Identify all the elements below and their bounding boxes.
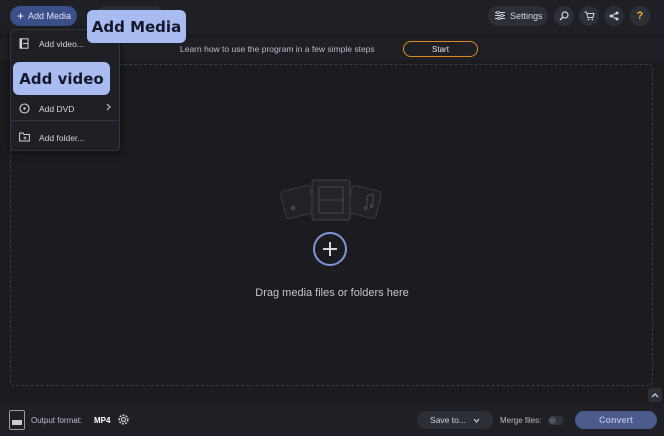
plus-icon	[323, 242, 337, 256]
help-button[interactable]: ?	[630, 6, 650, 26]
add-video-callout: Add video	[13, 62, 110, 95]
gear-icon	[118, 414, 129, 425]
convert-label: Convert	[598, 415, 633, 425]
merge-files-label: Merge files:	[500, 416, 542, 425]
output-format-value[interactable]: MP4	[94, 416, 110, 425]
sliders-icon	[495, 10, 505, 22]
start-label: Start	[432, 44, 449, 54]
menu-divider	[11, 120, 119, 121]
plus-icon: +	[17, 9, 25, 23]
scroll-up-button[interactable]	[648, 388, 662, 402]
menu-item-add-folder[interactable]: Add folder...	[11, 127, 119, 147]
dvd-icon	[19, 103, 30, 114]
chevron-up-icon	[651, 393, 659, 398]
output-format-icon[interactable]	[9, 410, 25, 430]
search-button[interactable]	[554, 6, 574, 26]
menu-item-label: Add video...	[39, 39, 84, 49]
settings-button[interactable]: Settings	[488, 6, 548, 26]
share-icon	[609, 11, 619, 21]
merge-files-toggle[interactable]	[548, 416, 564, 425]
search-icon	[559, 11, 569, 21]
add-files-button[interactable]	[313, 232, 347, 266]
callout-text: Add video	[19, 69, 104, 88]
add-media-button[interactable]: + Add Media	[10, 6, 77, 26]
chevron-down-icon	[473, 418, 480, 423]
folder-icon	[19, 132, 30, 142]
format-settings-button[interactable]	[117, 413, 130, 431]
settings-label: Settings	[510, 11, 543, 21]
cart-button[interactable]	[579, 6, 599, 26]
help-icon: ?	[636, 10, 644, 22]
callout-text: Add Media	[91, 17, 182, 36]
bottom-bar: Output format: MP4 Save to... Merge file…	[0, 404, 664, 436]
menu-item-add-dvd[interactable]: Add DVD	[11, 98, 119, 118]
output-format-label: Output format:	[31, 416, 83, 425]
save-to-button[interactable]: Save to...	[417, 411, 493, 429]
banner-text: Learn how to use the program in a few si…	[180, 44, 375, 54]
drag-hint-text: Drag media files or folders here	[255, 287, 409, 299]
convert-button[interactable]: Convert	[575, 411, 657, 429]
cart-icon	[584, 11, 595, 21]
add-media-callout: Add Media	[87, 10, 186, 43]
menu-item-label: Add folder...	[39, 133, 85, 143]
start-tutorial-button[interactable]: Start	[403, 41, 478, 57]
add-media-label: Add Media	[28, 11, 72, 21]
chevron-right-icon	[106, 103, 111, 113]
video-file-icon	[19, 38, 29, 49]
share-button[interactable]	[604, 6, 624, 26]
media-files-illustration-icon	[280, 179, 382, 221]
save-to-label: Save to...	[430, 415, 466, 425]
menu-item-label: Add DVD	[39, 104, 75, 114]
